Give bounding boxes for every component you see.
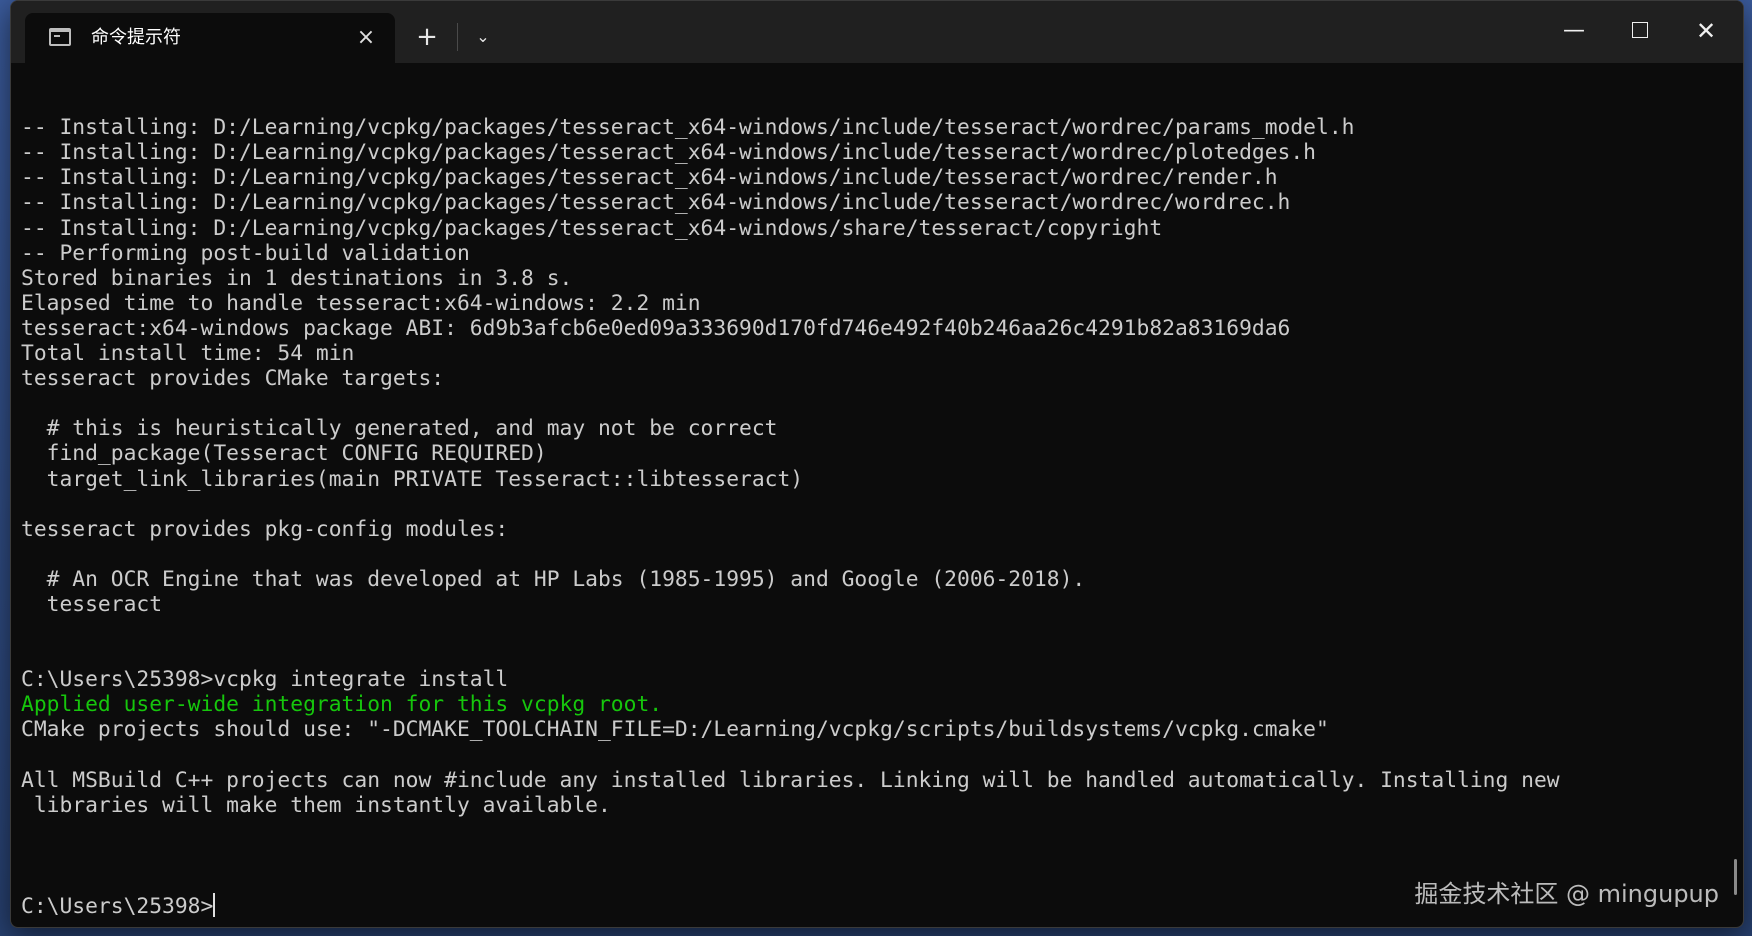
console-line: target_link_libraries(main PRIVATE Tesse… bbox=[21, 466, 804, 492]
tab-divider bbox=[457, 23, 458, 51]
maximize-button[interactable] bbox=[1607, 9, 1673, 53]
console-line: -- Performing post-build validation bbox=[21, 240, 470, 266]
console-line: tesseract provides pkg-config modules: bbox=[21, 516, 509, 542]
console-line: Total install time: 54 min bbox=[21, 341, 355, 367]
console-line: libraries will make them instantly avail… bbox=[21, 792, 611, 818]
tab-close-icon[interactable]: × bbox=[351, 23, 381, 53]
console-line: -- Installing: D:/Learning/vcpkg/package… bbox=[21, 190, 1291, 216]
maximize-icon bbox=[1632, 21, 1648, 38]
console-line: tesseract provides CMake targets: bbox=[21, 366, 445, 392]
console-line: # An OCR Engine that was developed at HP… bbox=[21, 566, 1086, 592]
prompt-text: C:\Users\25398> bbox=[21, 894, 214, 920]
new-tab-button[interactable]: + bbox=[407, 19, 447, 55]
console-line: tesseract bbox=[21, 591, 163, 617]
console-line: CMake projects should use: "-DCMAKE_TOOL… bbox=[21, 717, 1329, 743]
tab-command-prompt[interactable]: 命令提示符 × bbox=[25, 13, 395, 63]
chevron-down-icon[interactable]: ⌄ bbox=[463, 19, 503, 55]
watermark: 掘金技术社区 @ mingupup bbox=[1414, 880, 1719, 908]
console-output[interactable]: -- Installing: D:/Learning/vcpkg/package… bbox=[21, 65, 1729, 927]
text-cursor bbox=[213, 893, 216, 918]
scrollbar-thumb[interactable] bbox=[1734, 859, 1737, 895]
title-bar[interactable]: 命令提示符 × + ⌄ — ✕ bbox=[11, 1, 1743, 63]
console-line: C:\Users\25398>vcpkg integrate install bbox=[21, 667, 509, 693]
console-line: -- Installing: D:/Learning/vcpkg/package… bbox=[21, 140, 1317, 166]
close-window-button[interactable]: ✕ bbox=[1673, 9, 1739, 53]
console-line: All MSBuild C++ projects can now #includ… bbox=[21, 767, 1560, 793]
console-line: Applied user-wide integration for this v… bbox=[21, 692, 663, 718]
command-prompt-icon bbox=[49, 28, 71, 46]
console-line: Stored binaries in 1 destinations in 3.8… bbox=[21, 265, 573, 291]
console-line: -- Installing: D:/Learning/vcpkg/package… bbox=[21, 165, 1278, 191]
console-line: -- Installing: D:/Learning/vcpkg/package… bbox=[21, 215, 1163, 241]
console-line: tesseract:x64-windows package ABI: 6d9b3… bbox=[21, 315, 1291, 341]
console-line: -- Installing: D:/Learning/vcpkg/package… bbox=[21, 115, 1355, 141]
console-line: # this is heuristically generated, and m… bbox=[21, 416, 778, 442]
console-line: Elapsed time to handle tesseract:x64-win… bbox=[21, 290, 701, 316]
console-line: find_package(Tesseract CONFIG REQUIRED) bbox=[21, 441, 547, 467]
console-lines: -- Installing: D:/Learning/vcpkg/package… bbox=[21, 115, 1729, 843]
minimize-button[interactable]: — bbox=[1541, 9, 1607, 53]
terminal-window: 命令提示符 × + ⌄ — ✕ -- Installing: D:/Learni… bbox=[10, 0, 1744, 928]
tab-title: 命令提示符 bbox=[91, 27, 181, 48]
